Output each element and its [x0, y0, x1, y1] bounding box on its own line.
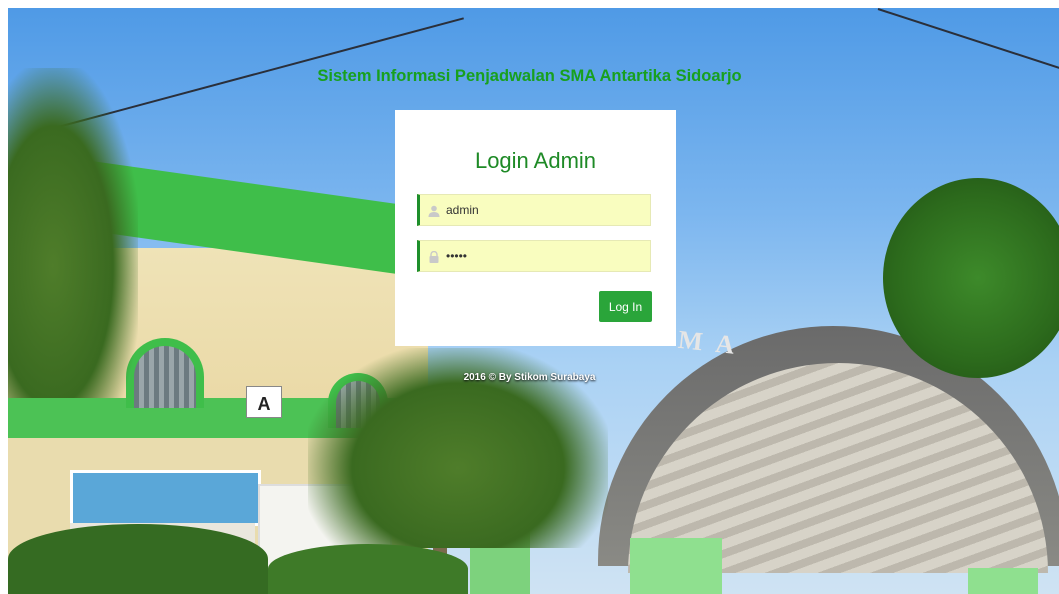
login-panel: Login Admin Log In	[395, 110, 676, 346]
login-heading: Login Admin	[474, 148, 597, 173]
building-label: A	[246, 386, 282, 418]
palm-tree	[8, 68, 138, 398]
login-button[interactable]: Log In	[599, 291, 652, 322]
tree	[883, 178, 1059, 378]
password-field	[417, 240, 651, 272]
school-sign	[70, 470, 261, 526]
shrub	[268, 544, 468, 594]
lock-icon	[428, 250, 440, 263]
username-input[interactable]	[446, 195, 646, 225]
page-title: Sistem Informasi Penjadwalan SMA Antarti…	[317, 67, 742, 85]
footer-copyright: 2016 © By Stikom Surabaya	[463, 372, 596, 383]
shrub	[8, 524, 268, 594]
gate-pillar	[630, 538, 722, 594]
gate-pillar	[968, 568, 1038, 594]
password-input[interactable]	[446, 241, 646, 271]
power-line	[877, 8, 1059, 72]
user-icon	[428, 204, 440, 217]
canopy-text: M A	[676, 324, 740, 361]
username-field	[417, 194, 651, 226]
